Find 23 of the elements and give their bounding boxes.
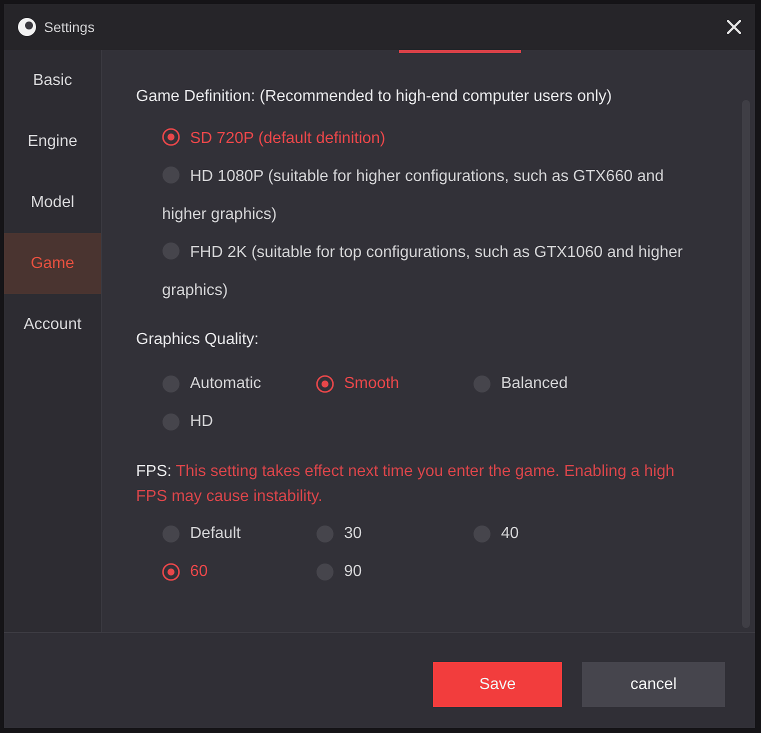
- cancel-button[interactable]: cancel: [582, 662, 725, 707]
- sidebar-item[interactable]: Basic: [4, 50, 101, 111]
- radio-option[interactable]: 90: [316, 553, 473, 591]
- fps-hint: FPS: This setting takes effect next time you enter the game. Enabling a high FPS may cause instability.: [136, 462, 676, 507]
- radio-option[interactable]: Automatic: [162, 365, 316, 403]
- logo-icon: [18, 18, 36, 36]
- sidebar-item[interactable]: Engine: [4, 111, 101, 172]
- sidebar-item[interactable]: Account: [4, 294, 101, 355]
- radio-option[interactable]: 30: [316, 515, 473, 553]
- radio-icon[interactable]: [162, 563, 180, 581]
- radio-option[interactable]: FHD 2K (suitable for top configurations, such as GTX1060 and higher graphics): [162, 234, 700, 310]
- radio-option[interactable]: Balanced: [473, 365, 630, 403]
- radio-option[interactable]: 40: [473, 515, 630, 553]
- close-icon[interactable]: [727, 20, 741, 34]
- radio-option[interactable]: HD 1080P (suitable for higher configurations, such as GTX660 and higher graphics): [162, 158, 700, 234]
- radio-icon[interactable]: [162, 128, 180, 146]
- section-title: Game Definition: (Recommended to high-end computer users only): [136, 87, 613, 107]
- window-title: Settings: [44, 19, 95, 35]
- radio-option[interactable]: Default: [162, 515, 316, 553]
- section-title: Graphics Quality:: [136, 330, 260, 350]
- radio-option[interactable]: HD: [162, 403, 316, 441]
- sidebar-item[interactable]: Model: [4, 172, 101, 233]
- radio-icon[interactable]: [316, 375, 334, 393]
